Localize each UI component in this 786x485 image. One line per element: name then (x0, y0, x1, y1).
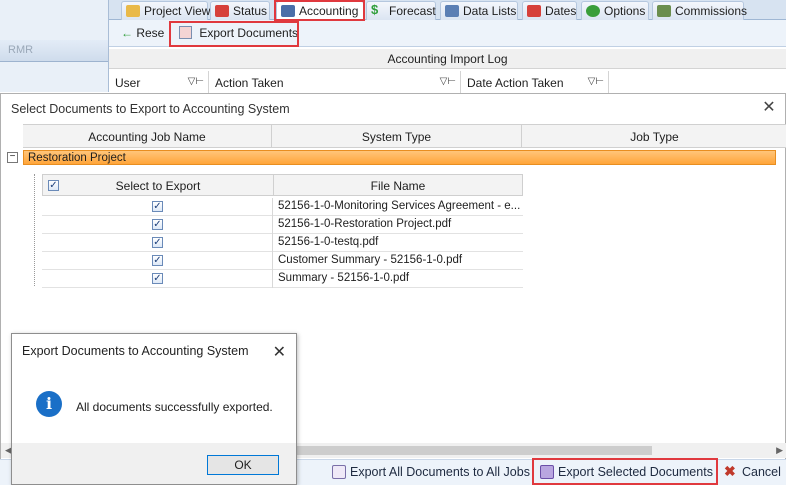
list-icon (445, 5, 459, 17)
check-circle-icon (586, 5, 600, 17)
file-name: 52156-1-0-Monitoring Services Agreement … (278, 200, 520, 212)
column-label: Date Action Taken (467, 76, 564, 90)
cancel-x-icon: ✖ (724, 463, 736, 479)
file-row[interactable]: ✓ 52156-1-0-Monitoring Services Agreemen… (42, 198, 523, 216)
file-name: 52156-1-0-Restoration Project.pdf (278, 218, 452, 230)
filter-icon[interactable]: ▽⊢ (188, 76, 204, 87)
close-icon[interactable]: ✕ (273, 342, 286, 362)
ledger-icon (281, 5, 295, 17)
file-checkbox[interactable]: ✓ (152, 255, 163, 266)
collapse-toggle[interactable]: − (7, 152, 18, 163)
export-selected-label: Export Selected Documents (558, 465, 713, 479)
message-text: All documents successfully exported. (76, 400, 273, 414)
select-cell: ✓ (42, 270, 273, 288)
select-cell: ✓ (42, 198, 273, 216)
export-icon (179, 26, 192, 39)
export-all-label: Export All Documents to All Jobs (350, 465, 530, 479)
file-checkbox[interactable]: ✓ (152, 201, 163, 212)
column-header-action-taken[interactable]: Action Taken ▽⊢ (209, 71, 461, 93)
cancel-label: Cancel (742, 465, 781, 479)
files-grid-header: ✓ Select to Export File Name (42, 174, 523, 196)
file-row[interactable]: ✓ 52156-1-0-Restoration Project.pdf (42, 216, 523, 234)
filter-icon[interactable]: ▽⊢ (440, 76, 456, 87)
tab-forecast[interactable]: $ Forecast (366, 1, 436, 20)
tab-project-view[interactable]: Project View (121, 1, 211, 20)
import-log-grid: Accounting Import Log User ▽⊢ Action Tak… (109, 47, 786, 93)
tab-label: Forecast (389, 4, 436, 18)
column-header-date-action-taken[interactable]: Date Action Taken ▽⊢ (461, 71, 609, 93)
group-row-restoration-project[interactable]: Restoration Project (23, 150, 776, 165)
column-header-file-name[interactable]: File Name (274, 175, 522, 195)
document-icon (332, 465, 346, 479)
select-cell: ✓ (42, 252, 273, 270)
log-title: Accounting Import Log (109, 49, 786, 69)
folder-icon (126, 5, 140, 17)
rmr-tab[interactable]: RMR (0, 40, 40, 61)
tab-label: Commissions (675, 4, 748, 18)
column-label: File Name (370, 179, 426, 193)
column-header-system-type[interactable]: System Type (272, 125, 522, 148)
tab-label: Status (233, 4, 268, 18)
tab-label: Options (604, 4, 646, 18)
file-row[interactable]: ✓ Summary - 52156-1-0.pdf (42, 270, 523, 288)
dialog-title: Select Documents to Export to Accounting… (11, 102, 290, 116)
file-row[interactable]: ✓ Customer Summary - 52156-1-0.pdf (42, 252, 523, 270)
tab-data-lists[interactable]: Data Lists (440, 1, 518, 20)
dollar-icon: $ (371, 2, 379, 17)
select-cell: ✓ (42, 234, 273, 252)
export-result-message-box: Export Documents to Accounting System ✕ … (11, 333, 297, 485)
tab-label: Data Lists (463, 4, 517, 18)
column-header-select-to-export[interactable]: Select to Export (43, 175, 274, 195)
column-label: Action Taken (215, 76, 284, 90)
column-header-job-type[interactable]: Job Type (522, 125, 786, 148)
export-selected-documents-button[interactable]: Export Selected Documents (538, 463, 713, 483)
people-icon (657, 5, 671, 17)
file-checkbox[interactable]: ✓ (152, 237, 163, 248)
tab-commissions[interactable]: Commissions (652, 1, 748, 20)
back-arrow-icon: ← (121, 26, 133, 40)
file-name: 52156-1-0-testq.pdf (278, 236, 379, 248)
calendar-icon (527, 5, 541, 17)
toolbar: ← Rese Export Documents (109, 20, 786, 47)
tab-label: Project View (144, 4, 211, 18)
left-panel: RMR (0, 0, 109, 92)
export-documents-label: Export Documents (199, 26, 299, 40)
message-title: Export Documents to Accounting System (22, 344, 249, 358)
select-cell: ✓ (42, 216, 273, 234)
calendar-icon (215, 5, 229, 17)
close-icon[interactable]: ✕ (761, 100, 777, 116)
ok-button[interactable]: OK (207, 455, 279, 475)
column-label: User (115, 76, 141, 90)
tab-bar: Project View Status Accounting $ Forecas… (109, 0, 786, 20)
column-label: Select to Export (115, 179, 201, 193)
tab-dates[interactable]: Dates (522, 1, 577, 20)
file-name: Summary - 52156-1-0.pdf (278, 272, 410, 284)
scroll-right-icon[interactable]: ▶ (776, 445, 783, 456)
file-checkbox[interactable]: ✓ (152, 273, 163, 284)
column-header-user[interactable]: User ▽⊢ (109, 71, 209, 93)
file-checkbox[interactable]: ✓ (152, 219, 163, 230)
tab-options[interactable]: Options (581, 1, 649, 20)
document-list-icon (540, 465, 554, 479)
file-row[interactable]: ✓ 52156-1-0-testq.pdf (42, 234, 523, 252)
reset-button[interactable]: ← Rese (121, 26, 164, 40)
column-header-accounting-job-name[interactable]: Accounting Job Name (23, 125, 272, 148)
export-all-documents-button[interactable]: Export All Documents to All Jobs (330, 463, 530, 483)
file-name: Customer Summary - 52156-1-0.pdf (278, 254, 463, 266)
tab-accounting[interactable]: Accounting (276, 1, 364, 20)
info-icon: i (36, 391, 62, 417)
reset-label: Rese (136, 26, 165, 40)
tree-connector (34, 174, 42, 286)
tab-status[interactable]: Status (210, 1, 270, 20)
cancel-button[interactable]: ✖ Cancel (722, 463, 781, 483)
tab-label: Dates (545, 4, 577, 18)
message-button-bar: OK (12, 443, 296, 484)
tab-label: Accounting (299, 4, 359, 18)
filter-icon[interactable]: ▽⊢ (588, 76, 604, 87)
jobs-grid-header: Accounting Job Name System Type Job Type (23, 124, 786, 148)
export-documents-button[interactable]: Export Documents (179, 26, 298, 40)
